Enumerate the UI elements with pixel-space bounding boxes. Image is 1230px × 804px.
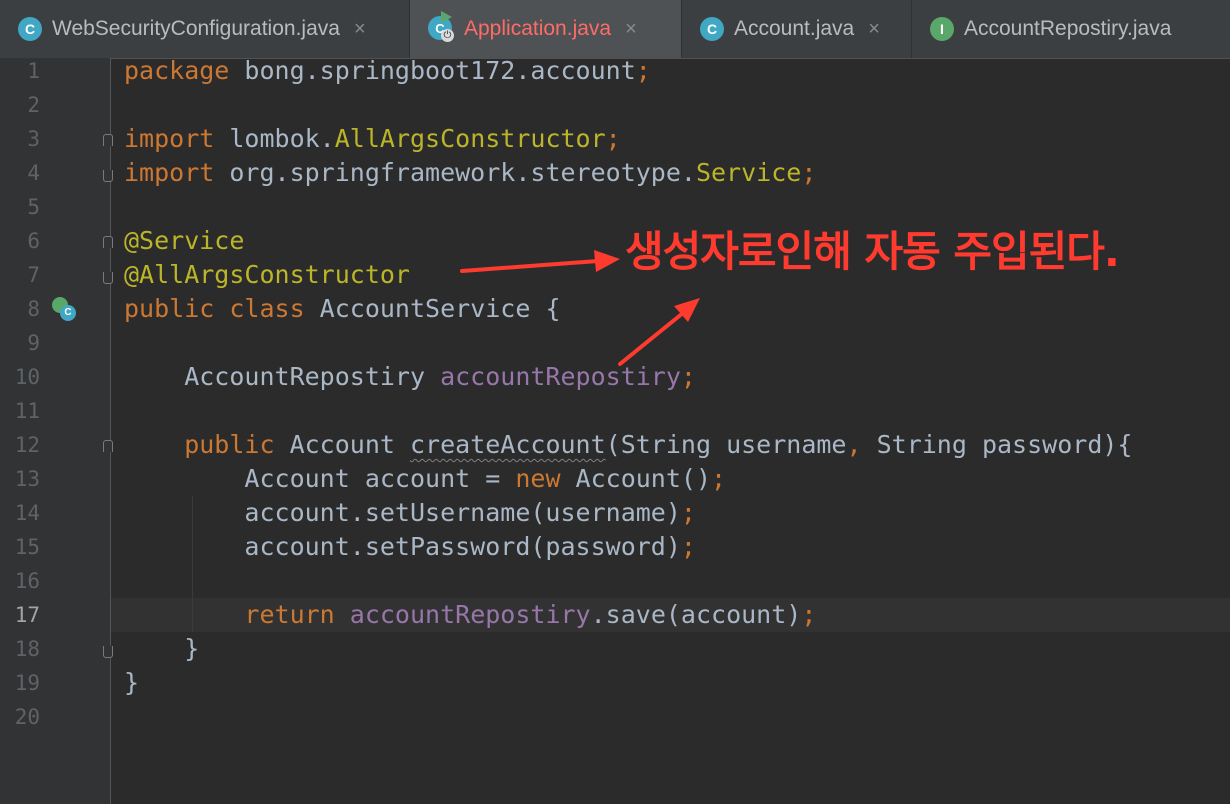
- line-number: 7: [27, 263, 40, 287]
- fold-end-icon[interactable]: [103, 646, 113, 658]
- code-line-13: Account account = new Account();: [124, 464, 727, 493]
- tab-application[interactable]: C ⏻ Application.java ×: [410, 0, 682, 58]
- close-icon[interactable]: ×: [354, 18, 366, 41]
- tab-accountrepostiry[interactable]: I AccountRepostiry.java: [912, 0, 1230, 58]
- tab-account[interactable]: C Account.java ×: [682, 0, 912, 58]
- interface-i-icon: I: [930, 17, 954, 41]
- application-run-icon: C ⏻: [428, 11, 454, 42]
- code-line-15: account.setPassword(password);: [124, 532, 696, 561]
- line-number: 10: [14, 365, 40, 389]
- close-icon[interactable]: ×: [868, 18, 880, 41]
- line-number-current: 17: [14, 603, 40, 627]
- code-line-6: @Service: [124, 226, 245, 255]
- line-number: 8: [27, 297, 40, 321]
- line-number: 18: [14, 637, 40, 661]
- code-line-3: import lombok.AllArgsConstructor;: [124, 124, 621, 153]
- code-line-4: import org.springframework.stereotype.Se…: [124, 158, 817, 187]
- class-c-icon: C: [700, 17, 724, 41]
- line-number: 5: [27, 195, 40, 219]
- line-number: 20: [14, 705, 40, 729]
- code-line-17: return accountRepostiry.save(account);: [124, 600, 817, 629]
- tab-label: WebSecurityConfiguration.java: [52, 17, 340, 40]
- line-number: 13: [14, 467, 40, 491]
- line-number: 12: [14, 433, 40, 457]
- line-number: 4: [27, 161, 40, 185]
- tab-label: Application.java: [464, 17, 612, 40]
- line-number: 1: [27, 59, 40, 83]
- code-line-18: }: [124, 634, 200, 663]
- line-number: 6: [27, 229, 40, 253]
- code-line-1: package bong.springboot172.account;: [124, 56, 651, 85]
- line-number: 19: [14, 671, 40, 695]
- fold-start-icon[interactable]: [103, 236, 113, 248]
- code-line-19: }: [124, 668, 140, 697]
- class-c-icon: C: [18, 17, 42, 41]
- line-number: 11: [14, 399, 40, 423]
- close-icon[interactable]: ×: [625, 18, 637, 41]
- line-number-gutter: 1 2 3 4 5 6 7 8 9 10 11 12 13 14 15 16 1…: [0, 58, 113, 804]
- spring-bean-icon[interactable]: C: [52, 297, 78, 323]
- code-line-10: AccountRepostiry accountRepostiry;: [124, 362, 696, 391]
- code-editor[interactable]: 1 2 3 4 5 6 7 8 9 10 11 12 13 14 15 16 1…: [0, 56, 1230, 804]
- line-number: 16: [14, 569, 40, 593]
- line-number: 2: [27, 93, 40, 117]
- annotation-note: 생성자로인해 자동 주입된다.: [625, 227, 1120, 276]
- line-number: 3: [27, 127, 40, 151]
- fold-start-icon[interactable]: [103, 440, 113, 452]
- tab-label: Account.java: [734, 17, 855, 40]
- line-number: 14: [14, 501, 40, 525]
- editor-tab-bar: C WebSecurityConfiguration.java × C ⏻ Ap…: [0, 0, 1230, 59]
- tab-websecurityconfiguration[interactable]: C WebSecurityConfiguration.java ×: [0, 0, 410, 58]
- fold-end-icon[interactable]: [103, 272, 113, 284]
- code-line-8: public class AccountService {: [124, 294, 561, 323]
- fold-end-icon[interactable]: [103, 170, 113, 182]
- line-number: 15: [14, 535, 40, 559]
- code-line-14: account.setUsername(username);: [124, 498, 696, 527]
- fold-start-icon[interactable]: [103, 134, 113, 146]
- tab-label: AccountRepostiry.java: [964, 17, 1172, 40]
- code-line-12: public Account createAccount(String user…: [124, 430, 1133, 459]
- code-line-7: @AllArgsConstructor: [124, 260, 410, 289]
- line-number: 9: [27, 331, 40, 355]
